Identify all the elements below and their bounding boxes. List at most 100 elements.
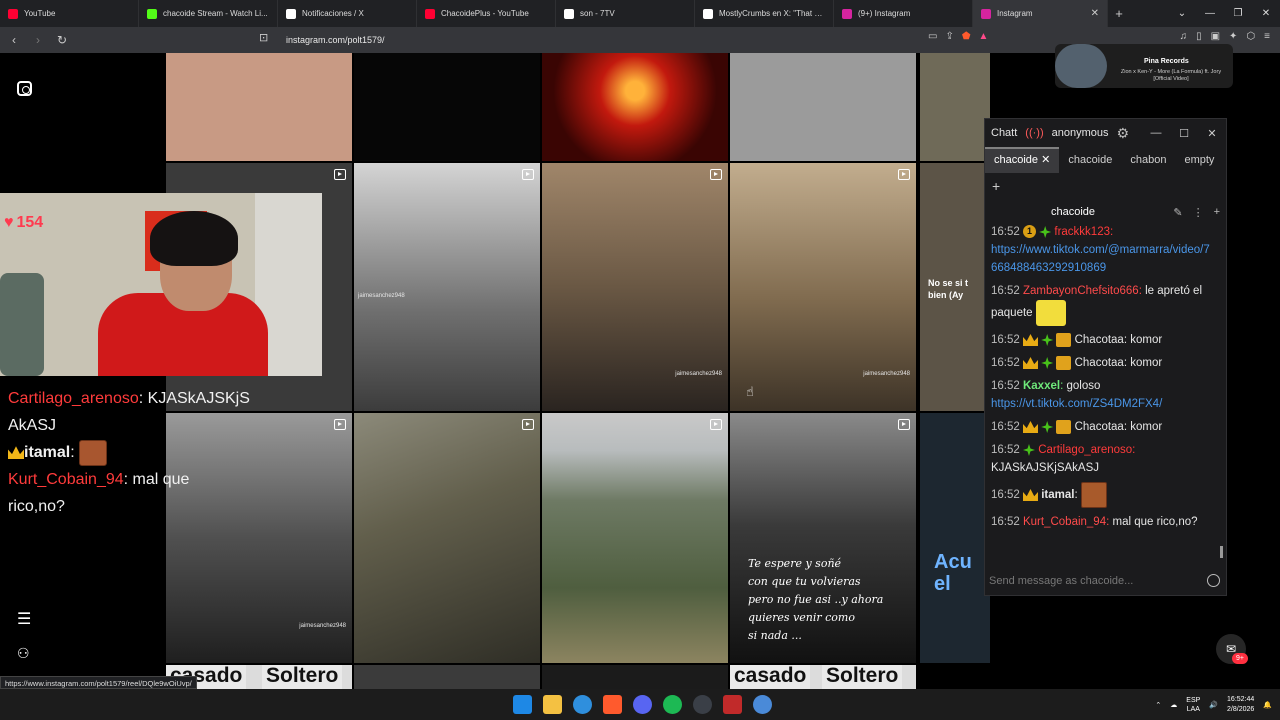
moderation-icon[interactable]: ✎ [1173,206,1182,219]
url-text: instagram.com/polt1579/ [286,35,385,45]
network-icon[interactable]: ☁ [1170,701,1177,709]
bookmark-icon[interactable]: ⊡ [259,31,268,44]
menu-icon[interactable]: ≡ [1264,31,1270,42]
wallet-icon[interactable]: ▣ [1211,31,1220,42]
back-icon[interactable]: ‹ [4,33,24,47]
browser-tab[interactable]: chacoide Stream - Watch Li... [139,0,278,27]
emote-picker-icon[interactable] [1207,574,1220,587]
chat-input[interactable]: Send message as chacoide... [985,565,1228,597]
reel-icon [898,169,910,180]
tab-chabon[interactable]: chabon [1121,147,1175,173]
leo-icon[interactable]: ✦ [1229,31,1237,42]
file-explorer-icon[interactable] [543,695,562,714]
add-tab-button[interactable]: + [985,173,1007,199]
language-indicator[interactable]: ESP LAA [1186,696,1200,714]
settings-gear-icon[interactable]: ⚙ [1117,125,1130,142]
post-thumbnail[interactable]: jaimesanchez948 [354,163,540,411]
browser-tab[interactable]: (9+) Instagram [834,0,973,27]
share-icon[interactable]: ⇪ [945,31,953,42]
cast-icon[interactable]: ▭ [928,31,937,42]
instagram-logo-icon[interactable] [17,81,32,96]
close-window-button[interactable]: ✕ [1252,0,1280,27]
reel-icon [522,169,534,180]
clock[interactable]: 16:52:44 2/8/2026 [1227,695,1254,715]
message-link[interactable]: https://www.tiktok.com/@marmarra/video/7… [991,244,1210,274]
post-thumbnail[interactable] [354,53,540,161]
volume-icon[interactable]: 🔊 [1209,701,1218,709]
post-thumbnail[interactable] [354,665,540,689]
sidebar-icon[interactable]: ▯ [1196,31,1202,42]
post-thumbnail[interactable]: jaimesanchez948 [542,163,728,411]
post-thumbnail[interactable] [730,53,916,161]
obs-icon[interactable] [723,695,742,714]
album-art [1055,44,1107,88]
post-thumbnail[interactable] [542,665,728,689]
overlay-chat-user: Cartilago_arenoso [8,390,139,407]
message-user: Chacotaa [1074,334,1124,346]
tab-chacoide-2[interactable]: chacoide [1059,147,1121,173]
account-button[interactable]: anonymous [1052,127,1109,139]
post-thumbnail[interactable] [542,413,728,663]
address-actions: ▭ ⇪ ⬟ ▲ [928,31,988,42]
clock-time: 16:52:44 [1227,695,1255,703]
post-thumbnail[interactable] [166,53,352,161]
post-caption-line: con que tu volvieras [748,575,861,588]
browser-tab[interactable]: ChacoidePlus - YouTube [417,0,556,27]
post-thumbnail[interactable] [542,53,728,161]
bing-icon[interactable] [573,695,592,714]
new-tab-button[interactable]: + [1108,6,1130,21]
add-split-icon[interactable]: + [1214,206,1220,219]
brave-icon[interactable] [603,695,622,714]
forward-icon[interactable]: › [28,33,48,47]
tab-chacoide[interactable]: chacoide ✕ [985,147,1060,173]
steam-icon[interactable] [693,695,712,714]
browser-tab[interactable]: Notificaciones / X [278,0,417,27]
reel-icon [710,419,722,430]
tray-expand-icon[interactable]: ⌃ [1155,701,1161,709]
post-thumbnail[interactable]: jaimesanchez948 [730,163,916,411]
media-icon[interactable]: ♫ [1180,31,1188,42]
browser-tab[interactable]: YouTube [0,0,139,27]
reload-icon[interactable]: ↻ [52,33,72,47]
browser-tab[interactable]: Instagram ✕ [973,0,1108,27]
discord-icon[interactable] [633,695,652,714]
message-link[interactable]: https://vt.tiktok.com/ZS4DM2FX4/ [991,398,1162,410]
messages-button[interactable]: ✉ 9+ [1216,634,1248,664]
address-bar[interactable]: instagram.com/polt1579/ [258,30,998,50]
media-notification[interactable]: Pina Records Zion x Ken-Y - More (La For… [1055,44,1233,88]
post-thumbnail[interactable] [920,53,990,161]
brave-rewards-icon[interactable]: ▲ [979,31,989,42]
chat-scrollbar[interactable] [1220,546,1223,558]
vpn-icon[interactable]: ⬡ [1246,31,1255,42]
tab-search-icon[interactable]: ⌄ [1168,0,1196,27]
minimize-button[interactable]: — [1142,127,1170,140]
maximize-button[interactable]: ❐ [1224,0,1252,27]
spotify-icon[interactable] [663,695,682,714]
close-tab-icon[interactable]: ✕ [1041,154,1050,166]
brave-shield-icon[interactable]: ⬟ [962,31,971,42]
heart-count: 154 [16,214,44,231]
start-icon[interactable] [513,695,532,714]
post-thumbnail[interactable]: Acu el [920,413,990,663]
minimize-button[interactable]: — [1196,0,1224,27]
post-thumbnail[interactable]: Te espere y soñé con que tu volvieras pe… [730,413,916,663]
browser-tab[interactable]: son - 7TV [556,0,695,27]
post-thumbnail[interactable]: casado Soltero [730,665,916,689]
app-title: Chatt [991,127,1018,139]
split-menu-icon[interactable]: ⋮ [1193,206,1204,219]
post-thumbnail[interactable] [354,413,540,663]
tab-favicon-icon [981,8,991,19]
more-menu-icon[interactable]: ☰ [17,609,31,629]
maximize-button[interactable]: ☐ [1170,127,1198,140]
close-tab-icon[interactable]: ✕ [1091,8,1099,19]
post-caption-line: pero no fue asi ..y ahora [748,593,884,606]
notifications-icon[interactable]: 🔔 [1263,701,1272,709]
browser-tab[interactable]: MostlyCrumbs en X: "That sh... [695,0,834,27]
also-from-meta-icon[interactable]: ⚇ [17,645,30,662]
chatterino-icon[interactable] [753,695,772,714]
post-thumbnail[interactable]: No se si t bien (Ay [920,163,990,411]
tab-empty[interactable]: empty [1175,147,1223,173]
close-button[interactable]: ✕ [1198,127,1226,140]
message-user: frackkk123 [1054,226,1110,238]
crown-badge-icon [1022,333,1038,346]
